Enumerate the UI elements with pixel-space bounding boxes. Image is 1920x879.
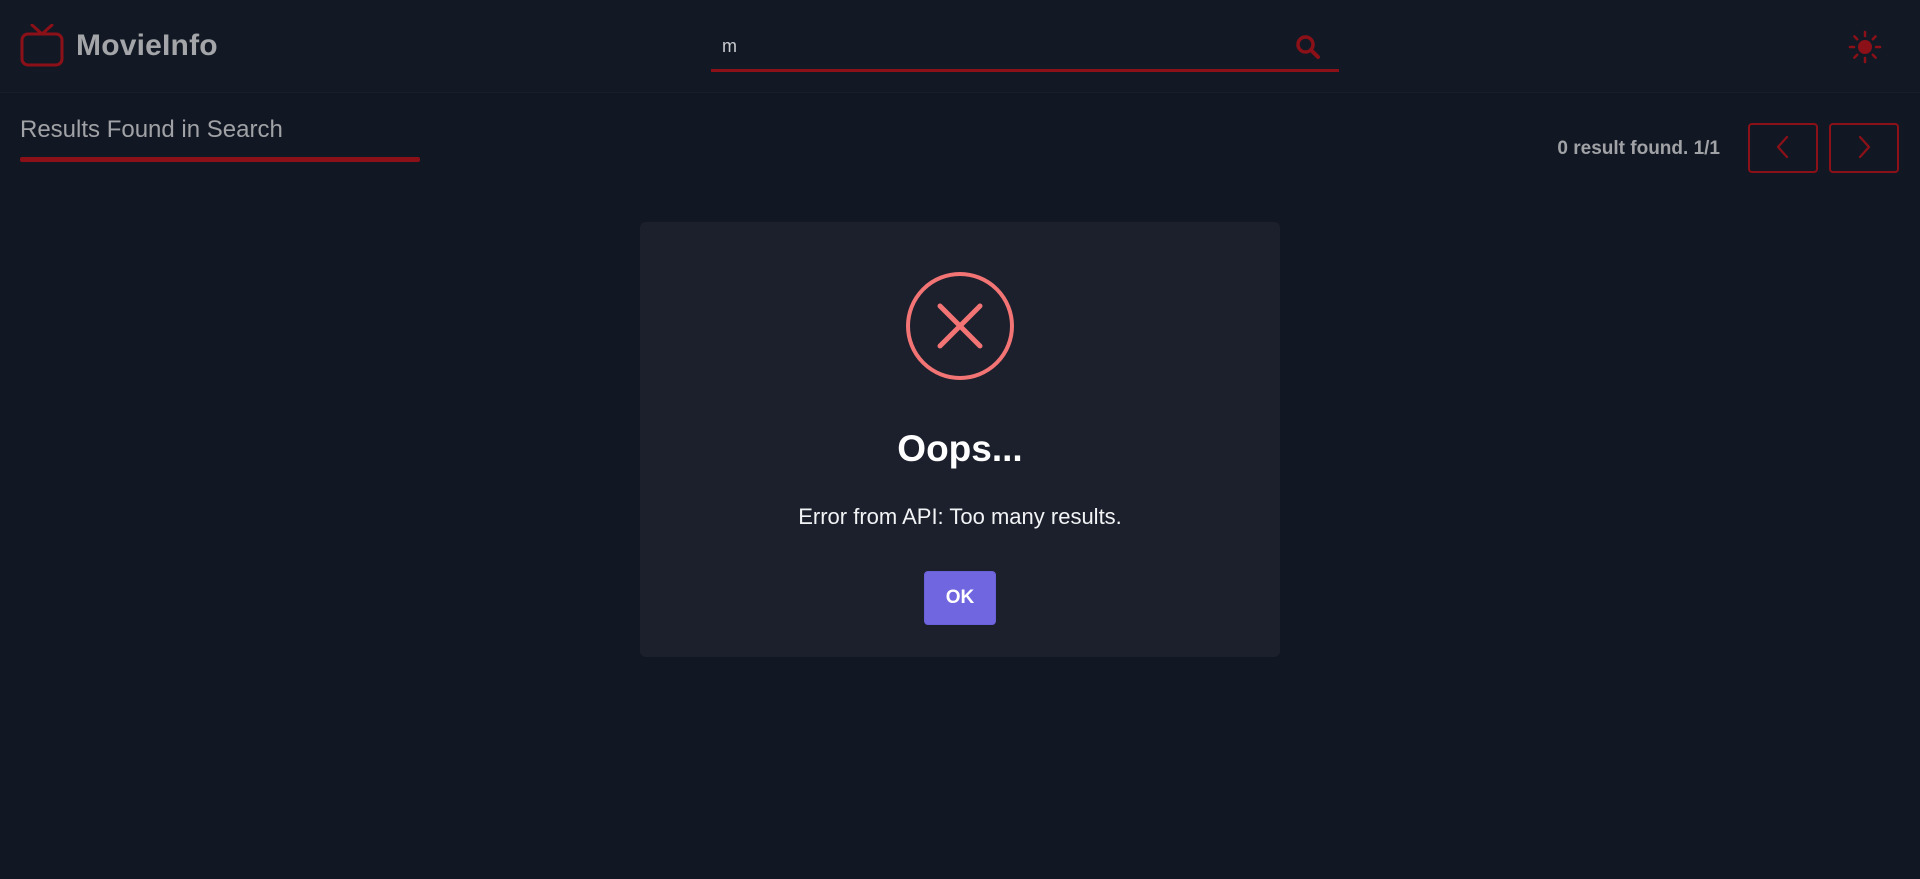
top-header: MovieInfo <box>0 0 1920 93</box>
chevron-right-icon <box>1854 135 1874 162</box>
search-input[interactable] <box>711 24 1271 68</box>
results-count: 0 result found. 1/1 <box>1557 138 1720 159</box>
tv-icon <box>20 24 64 68</box>
dialog-message: Error from API: Too many results. <box>798 504 1122 529</box>
app-title: MovieInfo <box>76 29 218 62</box>
results-title-underline <box>20 157 420 162</box>
previous-page-button[interactable] <box>1748 123 1818 173</box>
search-bar <box>711 24 1339 72</box>
ok-button[interactable]: OK <box>924 571 996 625</box>
search-icon[interactable] <box>1295 34 1321 60</box>
error-dialog: Oops... Error from API: Too many results… <box>640 222 1280 657</box>
sun-icon[interactable] <box>1848 30 1882 64</box>
next-page-button[interactable] <box>1829 123 1899 173</box>
dialog-title: Oops... <box>897 428 1023 469</box>
chevron-left-icon <box>1773 135 1793 162</box>
results-title: Results Found in Search <box>20 116 283 143</box>
error-x-icon <box>905 271 1015 381</box>
app-logo[interactable]: MovieInfo <box>20 24 218 68</box>
